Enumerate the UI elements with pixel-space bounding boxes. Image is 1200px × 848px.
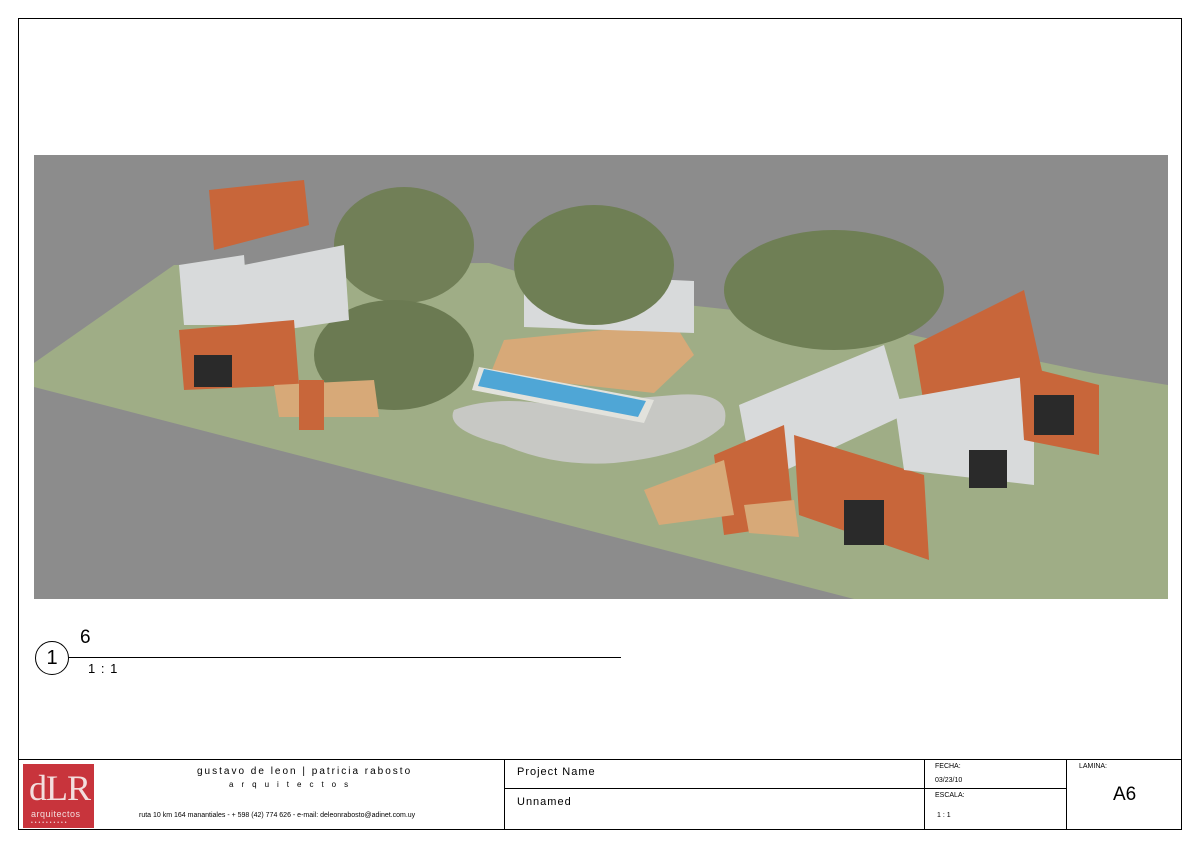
fecha-label: FECHA: [935,763,961,770]
firm-logo: dLR arquitectos •••••••••• [23,764,94,828]
view-reference-circle: 1 [35,641,69,675]
tree [724,230,944,350]
firm-subtitle: arquitectos [229,780,357,789]
logo-subtitle: arquitectos [31,809,81,819]
fecha-value: 03/23/10 [935,777,963,784]
title-block: dLR arquitectos •••••••••• gustavo de le… [19,759,1181,830]
view-title: 1 6 1 : 1 [33,619,643,689]
lamina-label: LAMINA: [1079,763,1108,770]
tree [514,205,674,325]
lamina-cell: LAMINA: A6 [1067,760,1181,830]
project-cell: Project Name Unnamed [505,760,925,830]
date-scale-cell: FECHA: 03/23/10 ESCALA: 1 : 1 [925,760,1067,830]
tree [334,187,474,303]
firm-address: ruta 10 km 164 manantiales - + 598 (42) … [139,812,416,819]
view-scale: 1 : 1 [88,661,119,676]
drawing-sheet: 1 6 1 : 1 dLR arquitectos •••••••••• gus… [18,18,1182,830]
firm-name: gustavo de leon | patricia rabosto [197,766,413,777]
lamina-value: A6 [1113,784,1137,805]
firm-cell: dLR arquitectos •••••••••• gustavo de le… [19,760,505,830]
rendering-image [34,155,1168,599]
escala-value: 1 : 1 [937,812,951,819]
logo-dots: •••••••••• [31,820,69,826]
project-name-label: Project Name [517,766,596,778]
logo-mark: dLR [29,768,91,808]
project-name-value: Unnamed [517,796,572,808]
view-title-line [69,657,621,658]
escala-label: ESCALA: [935,792,965,799]
view-number: 6 [80,627,91,648]
site-rendering [34,155,1168,599]
